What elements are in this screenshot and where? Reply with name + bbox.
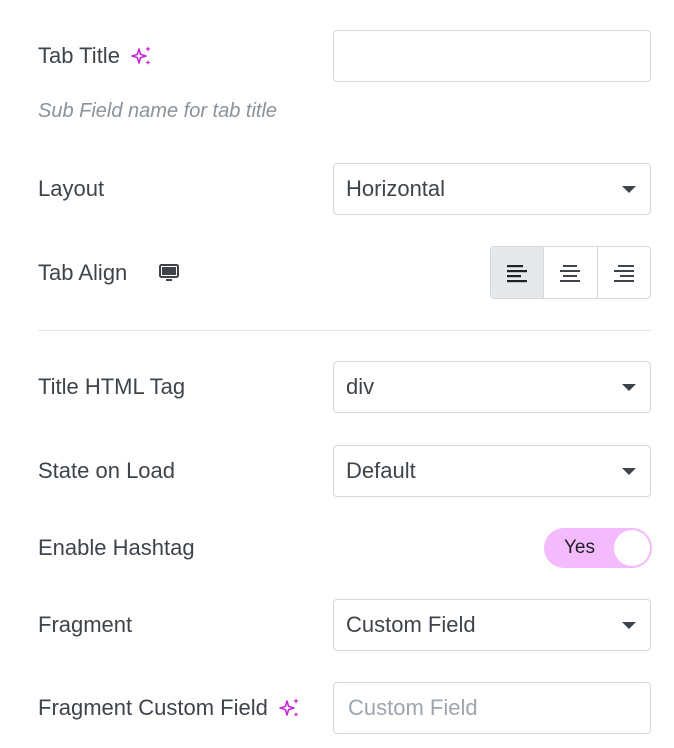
align-center-icon (560, 264, 581, 282)
settings-panel: Tab Title Sub Field name for tab title L… (0, 0, 674, 748)
layout-label: Layout (38, 176, 105, 201)
title-html-tag-value: div (346, 374, 375, 399)
title-html-tag-select[interactable]: div (333, 361, 651, 413)
tab-title-field[interactable] (346, 42, 638, 70)
chevron-down-icon (622, 467, 636, 475)
layout-select[interactable]: Horizontal (333, 163, 651, 215)
state-on-load-label: State on Load (38, 458, 176, 483)
chevron-down-icon (622, 621, 636, 629)
state-on-load-select[interactable]: Default (333, 445, 651, 497)
align-right-icon (613, 264, 634, 282)
tab-title-hint: Sub Field name for tab title (38, 100, 278, 122)
toggle-yes-text: Yes (564, 537, 595, 558)
ai-sparkles-icon[interactable] (130, 44, 154, 68)
fragment-value: Custom Field (346, 612, 476, 637)
fragment-custom-field-input[interactable] (333, 682, 651, 734)
state-on-load-value: Default (346, 458, 416, 483)
tab-align-label: Tab Align (38, 260, 128, 285)
tab-title-label-wrap: Tab Title (38, 43, 154, 69)
tab-title-input[interactable] (333, 30, 651, 82)
tab-align-button-group (490, 246, 651, 299)
section-divider (38, 330, 651, 331)
enable-hashtag-label: Enable Hashtag (38, 535, 195, 560)
toggle-knob (614, 530, 650, 566)
ai-sparkles-icon[interactable] (278, 696, 302, 720)
align-right-button[interactable] (596, 247, 650, 298)
layout-value: Horizontal (346, 176, 446, 201)
chevron-down-icon (622, 383, 636, 391)
fragment-label: Fragment (38, 612, 133, 637)
align-left-icon (507, 264, 528, 282)
tab-title-label: Tab Title (38, 43, 120, 68)
desktop-monitor-icon[interactable] (157, 261, 181, 285)
align-left-button[interactable] (491, 247, 544, 298)
fragment-select[interactable]: Custom Field (333, 599, 651, 651)
title-html-tag-label: Title HTML Tag (38, 374, 186, 399)
chevron-down-icon (622, 185, 636, 193)
fragment-custom-field-field[interactable] (346, 694, 638, 722)
enable-hashtag-toggle[interactable]: Yes (544, 528, 652, 568)
fragment-custom-field-label: Fragment Custom Field (38, 695, 268, 720)
align-center-button[interactable] (543, 247, 597, 298)
